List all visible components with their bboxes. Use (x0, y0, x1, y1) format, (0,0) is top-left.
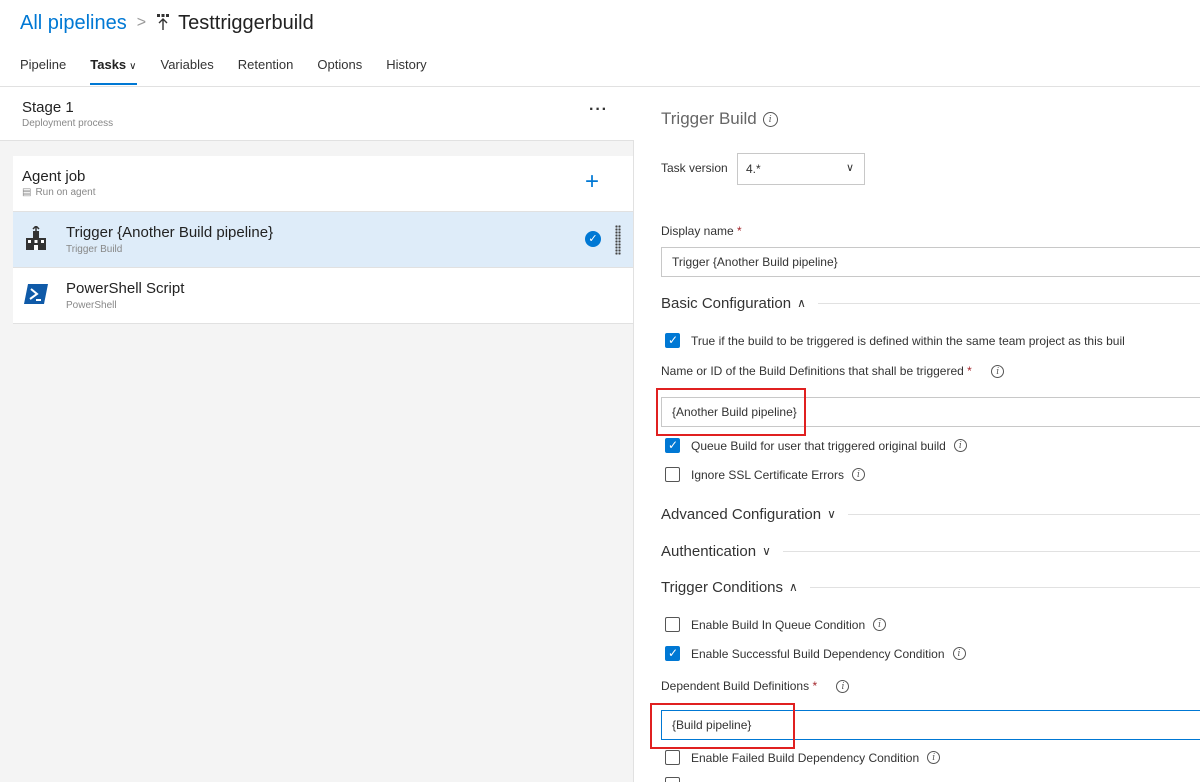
display-name-label-row: Display name * (661, 224, 742, 238)
ignore-ssl-checkbox[interactable] (665, 467, 680, 482)
section-divider (847, 513, 1200, 515)
next-option-row (665, 777, 691, 782)
advanced-configuration-header[interactable]: Advanced Configuration ∨ (661, 504, 1200, 524)
stage-header[interactable]: Stage 1 Deployment process ··· (0, 87, 634, 141)
agent-job-subtitle: Run on agent (35, 187, 96, 198)
info-icon[interactable]: i (991, 365, 1005, 379)
tab-pipeline[interactable]: Pipeline (20, 57, 66, 85)
section-divider (782, 550, 1200, 552)
stage-subtitle: Deployment process (22, 118, 114, 129)
same-project-checkbox[interactable] (665, 333, 680, 348)
task-subtitle: PowerShell (66, 300, 117, 311)
section-divider (809, 586, 1200, 588)
chevron-down-icon: ∨ (845, 162, 854, 174)
authentication-header[interactable]: Authentication ∨ (661, 541, 1200, 561)
tab-bar: Pipeline Tasks ∨ Variables Retention Opti… (20, 57, 451, 85)
queue-user-checkbox[interactable] (665, 438, 680, 453)
breadcrumb: All pipelines > Testtriggerbuild (20, 8, 314, 38)
display-name-label: Display name (661, 224, 734, 238)
tab-tasks-label: Tasks (90, 57, 127, 72)
same-project-row: True if the build to be triggered is def… (665, 333, 1125, 348)
task-trigger-build[interactable]: Trigger {Another Build pipeline} Trigger… (13, 212, 633, 268)
info-icon[interactable]: i (762, 112, 778, 128)
section-label: Basic Configuration (661, 294, 792, 312)
agent-job-subtitle-row: ▤ Run on agent (22, 187, 624, 198)
tab-retention[interactable]: Retention (238, 57, 294, 85)
drag-handle-icon[interactable] (615, 225, 621, 255)
info-icon[interactable]: i (873, 618, 887, 631)
info-icon[interactable]: i (952, 647, 966, 660)
pipeline-icon (156, 13, 170, 33)
checkbox-label: Ignore SSL Certificate Errors (691, 467, 844, 482)
required-mark: * (812, 679, 818, 693)
task-powershell-script[interactable]: PowerShell Script PowerShell (13, 268, 633, 324)
checkbox-label: Enable Failed Build Dependency Condition (691, 750, 920, 765)
queue-user-row: Queue Build for user that triggered orig… (665, 438, 967, 453)
section-label: Authentication (661, 542, 757, 560)
task-version-select[interactable]: 4.* ∨ (737, 153, 865, 185)
tab-tasks[interactable]: Tasks ∨ (90, 57, 137, 85)
chevron-down-icon: ∨ (762, 544, 771, 558)
enable-queue-row: Enable Build In Queue Condition i (665, 617, 887, 632)
enable-success-checkbox[interactable] (665, 646, 680, 661)
task-title: PowerShell Script (66, 280, 185, 297)
highlight-box (650, 703, 795, 749)
chevron-down-icon: ∨ (129, 61, 137, 72)
enable-success-row: Enable Successful Build Dependency Condi… (665, 646, 966, 661)
breadcrumb-separator: > (136, 14, 147, 31)
task-subtitle: Trigger Build (66, 244, 123, 255)
enable-failed-checkbox[interactable] (665, 750, 680, 765)
job-list: Agent job ▤ Run on agent + Trigger {Anot… (13, 156, 633, 324)
tab-history[interactable]: History (386, 57, 426, 85)
agent-job-title: Agent job (22, 168, 86, 185)
checkbox-label: Queue Build for user that triggered orig… (691, 438, 946, 453)
checkbox-label: Enable Build In Queue Condition (691, 617, 866, 632)
enable-failed-row: Enable Failed Build Dependency Condition… (665, 750, 941, 765)
page-title: Testtriggerbuild (178, 11, 314, 34)
check-circle-icon: ✓ (585, 231, 601, 247)
basic-configuration-header[interactable]: Basic Configuration ∧ (661, 293, 1200, 313)
task-list-panel: Stage 1 Deployment process ··· Agent job… (0, 87, 634, 782)
build-definitions-label-row: Name or ID of the Build Definitions that… (661, 364, 1005, 379)
agent-job[interactable]: Agent job ▤ Run on agent + (13, 156, 633, 212)
section-label: Trigger Conditions (661, 578, 783, 596)
trigger-conditions-header[interactable]: Trigger Conditions ∧ (661, 577, 1200, 597)
required-mark: * (737, 224, 742, 238)
checkbox-label: True if the build to be triggered is def… (691, 333, 1125, 348)
task-title: Trigger {Another Build pipeline} (66, 224, 274, 241)
section-label: Advanced Configuration (661, 505, 822, 523)
panel-title-row: Trigger Build i (661, 109, 778, 129)
panel-title: Trigger Build (661, 109, 757, 128)
build-definitions-label: Name or ID of the Build Definitions that… (661, 364, 964, 378)
factory-icon (24, 224, 48, 250)
info-icon[interactable]: i (927, 751, 941, 764)
powershell-icon (24, 282, 48, 306)
enable-queue-checkbox[interactable] (665, 617, 680, 632)
add-task-button[interactable]: + (585, 168, 599, 196)
highlight-box (656, 388, 806, 436)
tab-variables[interactable]: Variables (161, 57, 214, 85)
chevron-down-icon: ∨ (827, 507, 836, 521)
section-divider (817, 302, 1200, 304)
task-version-value: 4.* (746, 162, 761, 176)
task-version-label: Task version (661, 161, 728, 175)
all-pipelines-link[interactable]: All pipelines (20, 12, 127, 35)
server-icon: ▤ (22, 187, 32, 198)
ignore-ssl-row: Ignore SSL Certificate Errors i (665, 467, 865, 482)
required-mark: * (967, 364, 972, 378)
dependent-definitions-label-row: Dependent Build Definitions * i (661, 679, 850, 694)
info-icon[interactable]: i (851, 468, 865, 481)
chevron-up-icon: ∧ (789, 580, 798, 594)
display-name-input[interactable]: Trigger {Another Build pipeline} (661, 247, 1200, 277)
more-options-button[interactable]: ··· (589, 101, 608, 119)
tab-options[interactable]: Options (317, 57, 362, 85)
chevron-up-icon: ∧ (797, 296, 806, 310)
info-icon[interactable]: i (953, 439, 967, 452)
info-icon[interactable]: i (836, 680, 850, 694)
task-details-panel: Trigger Build i Task version 4.* ∨ Displa… (635, 87, 1200, 782)
stage-title: Stage 1 (22, 99, 74, 116)
dependent-definitions-label: Dependent Build Definitions (661, 679, 810, 693)
next-option-checkbox[interactable] (665, 777, 680, 782)
checkbox-label: Enable Successful Build Dependency Condi… (691, 646, 945, 661)
